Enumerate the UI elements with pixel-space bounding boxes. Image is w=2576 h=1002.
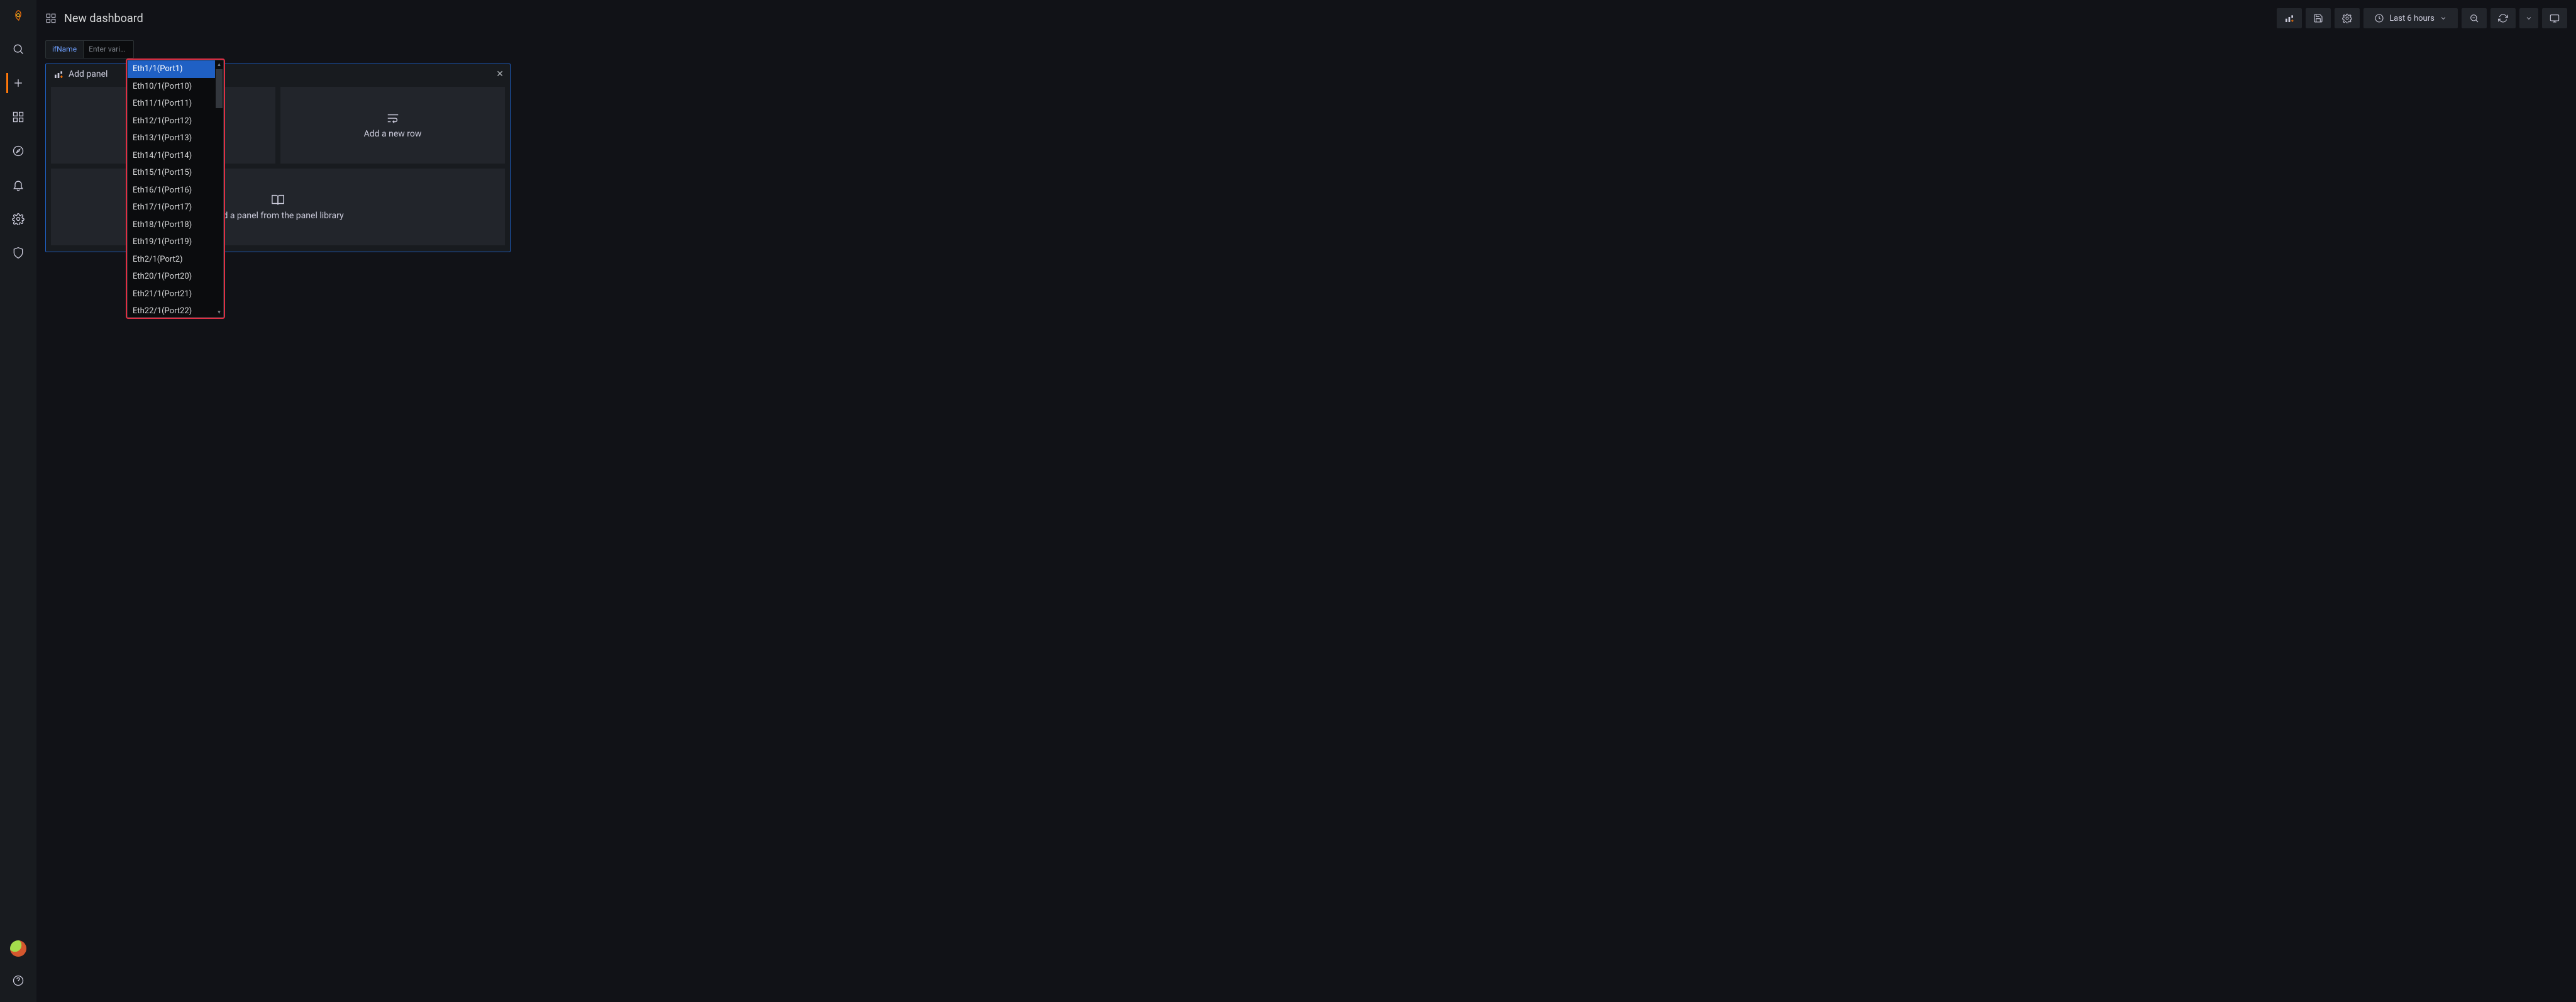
variable-option[interactable]: Eth11/1(Port11) bbox=[128, 95, 223, 113]
variable-option[interactable]: Eth19/1(Port19) bbox=[128, 233, 223, 251]
nav-alerting-icon[interactable] bbox=[7, 175, 30, 195]
scroll-down-icon[interactable]: ▾ bbox=[215, 308, 223, 317]
dashboard-canvas: Add panel ✕ Add a new panel Add a new ro… bbox=[36, 60, 2576, 256]
refresh-interval-picker[interactable] bbox=[2519, 8, 2538, 28]
variable-option[interactable]: Eth12/1(Port12) bbox=[128, 113, 223, 130]
variable-value-input[interactable] bbox=[84, 40, 134, 58]
side-nav bbox=[0, 0, 36, 1002]
variable-label[interactable]: ifName bbox=[45, 40, 84, 58]
cycle-view-mode-button[interactable] bbox=[2542, 8, 2567, 28]
add-panel-icon bbox=[53, 69, 64, 79]
user-avatar[interactable] bbox=[10, 940, 26, 957]
nav-configuration-icon[interactable] bbox=[7, 209, 30, 229]
time-range-picker[interactable]: Last 6 hours bbox=[2363, 8, 2458, 28]
panel-library-label: Add a panel from the panel library bbox=[212, 211, 343, 221]
add-panel-header: Add panel bbox=[46, 64, 510, 83]
book-open-icon bbox=[271, 193, 285, 207]
variable-option[interactable]: Eth21/1(Port21) bbox=[128, 286, 223, 303]
variable-option[interactable]: Eth2/1(Port2) bbox=[128, 251, 223, 269]
add-panel-title: Add panel bbox=[69, 69, 108, 79]
variable-option[interactable]: Eth1/1(Port1) bbox=[128, 60, 223, 78]
page-title-text: New dashboard bbox=[64, 12, 143, 25]
panel-library-card[interactable]: Add a panel from the panel library bbox=[51, 169, 505, 245]
close-icon[interactable]: ✕ bbox=[496, 69, 504, 79]
main-area: New dashboard Last 6 hours bbox=[36, 0, 2576, 1002]
time-range-label: Last 6 hours bbox=[2389, 14, 2435, 23]
page-title: New dashboard bbox=[45, 12, 143, 25]
grafana-logo-icon[interactable] bbox=[9, 6, 28, 25]
save-dashboard-button[interactable] bbox=[2306, 8, 2331, 28]
add-panel-widget: Add panel ✕ Add a new panel Add a new ro… bbox=[45, 64, 511, 252]
chevron-down-icon bbox=[2525, 14, 2533, 22]
nav-admin-icon[interactable] bbox=[7, 243, 30, 263]
scrollbar-thumb[interactable] bbox=[216, 69, 223, 108]
variable-option[interactable]: Eth13/1(Port13) bbox=[128, 130, 223, 147]
variable-option[interactable]: Eth16/1(Port16) bbox=[128, 182, 223, 199]
variable-option[interactable]: Eth15/1(Port15) bbox=[128, 164, 223, 182]
add-panel-button[interactable] bbox=[2277, 8, 2302, 28]
top-bar: New dashboard Last 6 hours bbox=[36, 0, 2576, 36]
chevron-down-icon bbox=[2440, 14, 2447, 22]
dashboard-icon bbox=[45, 13, 57, 24]
nav-explore-icon[interactable] bbox=[7, 141, 30, 161]
wrap-text-icon bbox=[386, 111, 400, 125]
variable-option[interactable]: Eth22/1(Port22) bbox=[128, 303, 223, 317]
nav-create-icon[interactable] bbox=[6, 73, 29, 93]
variable-row: ifName bbox=[36, 36, 2576, 60]
variable-dropdown: Eth1/1(Port1)Eth10/1(Port10)Eth11/1(Port… bbox=[127, 60, 224, 318]
nav-search-icon[interactable] bbox=[7, 39, 30, 59]
variable-option[interactable]: Eth14/1(Port14) bbox=[128, 147, 223, 165]
add-new-row-label: Add a new row bbox=[364, 129, 422, 139]
variable-dropdown-list[interactable]: Eth1/1(Port1)Eth10/1(Port10)Eth11/1(Port… bbox=[128, 60, 223, 317]
variable-option[interactable]: Eth20/1(Port20) bbox=[128, 268, 223, 286]
add-new-row-card[interactable]: Add a new row bbox=[280, 87, 505, 164]
scrollbar[interactable]: ▴ ▾ bbox=[215, 60, 223, 317]
nav-dashboards-icon[interactable] bbox=[7, 107, 30, 127]
clock-icon bbox=[2374, 13, 2384, 23]
variable-option[interactable]: Eth17/1(Port17) bbox=[128, 199, 223, 216]
variable-option[interactable]: Eth18/1(Port18) bbox=[128, 216, 223, 234]
refresh-button[interactable] bbox=[2490, 8, 2516, 28]
dashboard-settings-button[interactable] bbox=[2335, 8, 2360, 28]
variable-option[interactable]: Eth10/1(Port10) bbox=[128, 78, 223, 96]
zoom-out-button[interactable] bbox=[2462, 8, 2487, 28]
nav-help-icon[interactable] bbox=[7, 971, 30, 991]
scroll-up-icon[interactable]: ▴ bbox=[215, 60, 223, 69]
